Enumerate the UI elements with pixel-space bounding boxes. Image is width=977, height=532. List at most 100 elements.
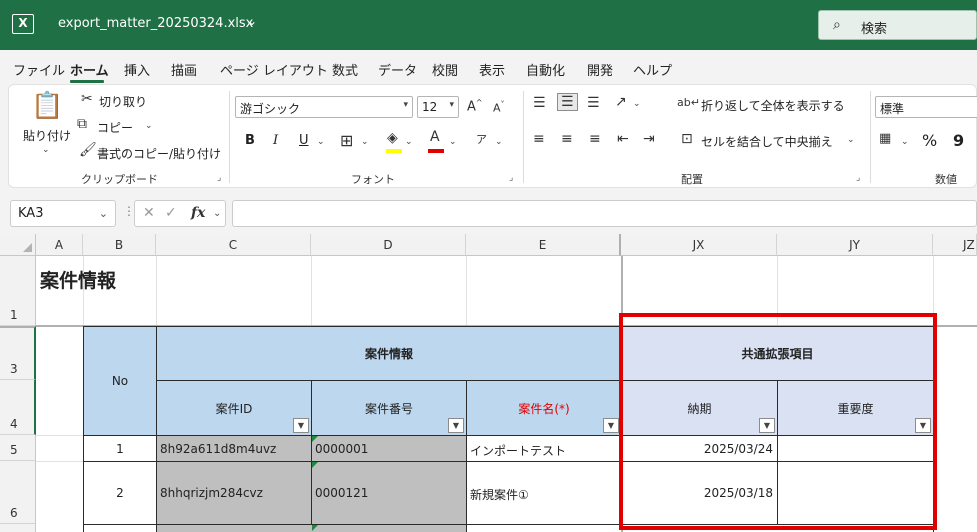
enter-check-icon[interactable]: ✓ xyxy=(165,205,177,221)
column-header-jx[interactable]: JX xyxy=(621,234,777,256)
cell-partial[interactable] xyxy=(83,524,157,532)
fill-color-icon[interactable]: ◈ xyxy=(387,130,398,146)
cell-matter-number[interactable]: 0000001 xyxy=(311,435,467,462)
phonetic-guide-icon[interactable]: ア xyxy=(476,131,487,147)
insert-function-button[interactable]: fx xyxy=(191,205,205,221)
cell-matter-number[interactable]: 0000121 xyxy=(311,461,467,525)
chevron-down-icon[interactable]: ⌄ xyxy=(213,208,221,219)
column-header-c[interactable]: C xyxy=(156,234,311,256)
header-no[interactable]: No xyxy=(83,326,157,436)
cell-no[interactable]: 1 xyxy=(83,435,157,462)
percent-style-button[interactable]: % xyxy=(922,131,937,150)
accounting-format-icon[interactable]: ▦ xyxy=(879,131,891,146)
filter-dropdown-icon[interactable]: ▼ xyxy=(759,418,775,433)
orientation-icon[interactable]: ↗ xyxy=(615,94,627,110)
format-painter-button[interactable]: 書式のコピー/貼り付け xyxy=(97,145,221,162)
row-header-5[interactable]: 5 xyxy=(0,435,36,461)
row-header-3[interactable]: 3 xyxy=(0,326,36,380)
clipboard-launcher-icon[interactable]: ⌟ xyxy=(217,173,221,183)
align-middle-icon[interactable]: ☰ xyxy=(557,93,578,111)
bold-button[interactable]: B xyxy=(245,133,255,148)
filter-dropdown-icon[interactable]: ▼ xyxy=(448,418,464,433)
formula-input[interactable] xyxy=(232,200,977,227)
file-name[interactable]: export_matter_20250324.xlsx xyxy=(58,16,253,31)
tab-draw[interactable]: 描画 xyxy=(171,60,197,79)
decrease-font-size-icon[interactable]: A˅ xyxy=(493,100,505,115)
cell-no[interactable]: 2 xyxy=(83,461,157,525)
filter-dropdown-icon[interactable]: ▼ xyxy=(603,418,619,433)
header-priority[interactable]: 重要度 xyxy=(777,380,934,436)
header-matter-number[interactable]: 案件番号 xyxy=(311,380,467,436)
font-size-select[interactable]: 12 ▾ xyxy=(417,96,459,118)
header-due-date[interactable]: 納期 xyxy=(621,380,778,436)
tab-page-layout[interactable]: ページ レイアウト xyxy=(220,60,328,79)
cell-due-date[interactable]: 2025/03/24 xyxy=(621,435,778,462)
tab-formulas[interactable]: 数式 xyxy=(332,60,358,79)
tab-data[interactable]: データ xyxy=(378,60,417,79)
header-common-extension[interactable]: 共通拡張項目 xyxy=(621,326,934,381)
filter-dropdown-icon[interactable]: ▼ xyxy=(293,418,309,433)
paste-chevron-down-icon[interactable]: ⌄ xyxy=(42,145,50,155)
file-menu-chevron-down-icon[interactable]: ⌄ xyxy=(247,14,257,28)
align-top-icon[interactable]: ☰ xyxy=(533,95,546,111)
select-all-corner[interactable] xyxy=(0,234,36,256)
paste-icon[interactable]: 📋 xyxy=(31,91,63,121)
align-right-icon[interactable]: ≡ xyxy=(589,131,601,147)
name-box[interactable]: KA3 ⌄ xyxy=(10,200,116,227)
italic-button[interactable]: I xyxy=(273,133,278,148)
number-format-select[interactable]: 標準 xyxy=(875,96,977,118)
underline-button[interactable]: U xyxy=(299,133,309,148)
tab-insert[interactable]: 挿入 xyxy=(124,60,150,79)
tab-help[interactable]: ヘルプ xyxy=(633,60,672,79)
alignment-launcher-icon[interactable]: ⌟ xyxy=(856,173,860,183)
font-color-chevron-down-icon[interactable]: ⌄ xyxy=(449,137,457,147)
merge-center-button[interactable]: セルを結合して中央揃え xyxy=(701,133,833,150)
copy-button[interactable]: コピー xyxy=(97,119,133,136)
increase-font-size-icon[interactable]: A^ xyxy=(467,98,483,114)
cell-due-date[interactable]: 2025/03/18 xyxy=(621,461,778,525)
column-header-a[interactable]: A xyxy=(36,234,83,256)
row-header-7[interactable] xyxy=(0,524,36,532)
align-bottom-icon[interactable]: ☰ xyxy=(587,95,600,111)
wrap-text-button[interactable]: 折り返して全体を表示する xyxy=(701,97,845,114)
search-box[interactable]: ⌕ 検索 xyxy=(818,10,977,40)
phonetic-chevron-down-icon[interactable]: ⌄ xyxy=(495,137,503,147)
cell-matter-id[interactable]: 8hhqrizjm284cvz xyxy=(156,461,312,525)
decrease-indent-icon[interactable]: ⇤ xyxy=(617,131,629,147)
tab-review[interactable]: 校閲 xyxy=(432,60,458,79)
accounting-chevron-down-icon[interactable]: ⌄ xyxy=(901,137,909,147)
row-header-6[interactable]: 6 xyxy=(0,461,36,524)
merge-chevron-down-icon[interactable]: ⌄ xyxy=(847,135,855,145)
borders-icon[interactable]: ⊞ xyxy=(340,131,353,150)
header-matter-info[interactable]: 案件情報 xyxy=(156,326,622,381)
paste-button[interactable]: 貼り付け xyxy=(23,127,71,144)
cell-matter-id[interactable]: 8h92a611d8m4uvz xyxy=(156,435,312,462)
tab-home[interactable]: ホーム xyxy=(70,60,109,79)
cell-priority[interactable] xyxy=(777,435,934,462)
cell-priority[interactable] xyxy=(777,461,934,525)
cell-matter-name[interactable]: 新規案件① xyxy=(466,461,622,525)
font-launcher-icon[interactable]: ⌟ xyxy=(509,173,513,183)
row-header-1[interactable]: 1 xyxy=(0,256,36,326)
cancel-icon[interactable]: ✕ xyxy=(143,205,155,221)
font-color-icon[interactable]: A xyxy=(430,129,440,145)
tab-automate[interactable]: 自動化 xyxy=(526,60,565,79)
column-header-d[interactable]: D xyxy=(311,234,466,256)
align-left-icon[interactable]: ≡ xyxy=(533,131,545,147)
borders-chevron-down-icon[interactable]: ⌄ xyxy=(361,137,369,147)
column-header-b[interactable]: B xyxy=(83,234,156,256)
header-matter-id[interactable]: 案件ID xyxy=(156,380,312,436)
column-header-jz[interactable]: JZ xyxy=(933,234,977,256)
align-center-icon[interactable]: ≡ xyxy=(561,131,573,147)
column-header-jy[interactable]: JY xyxy=(777,234,933,256)
font-name-select[interactable]: 游ゴシック ▾ xyxy=(235,96,413,118)
increase-indent-icon[interactable]: ⇥ xyxy=(643,131,655,147)
fill-color-chevron-down-icon[interactable]: ⌄ xyxy=(405,137,413,147)
comma-style-button[interactable]: 9 xyxy=(953,131,964,150)
tab-developer[interactable]: 開発 xyxy=(587,60,613,79)
cell-partial[interactable] xyxy=(466,524,934,532)
column-header-e[interactable]: E xyxy=(466,234,621,256)
tab-view[interactable]: 表示 xyxy=(479,60,505,79)
underline-chevron-down-icon[interactable]: ⌄ xyxy=(317,137,325,147)
tab-file[interactable]: ファイル xyxy=(13,60,65,79)
